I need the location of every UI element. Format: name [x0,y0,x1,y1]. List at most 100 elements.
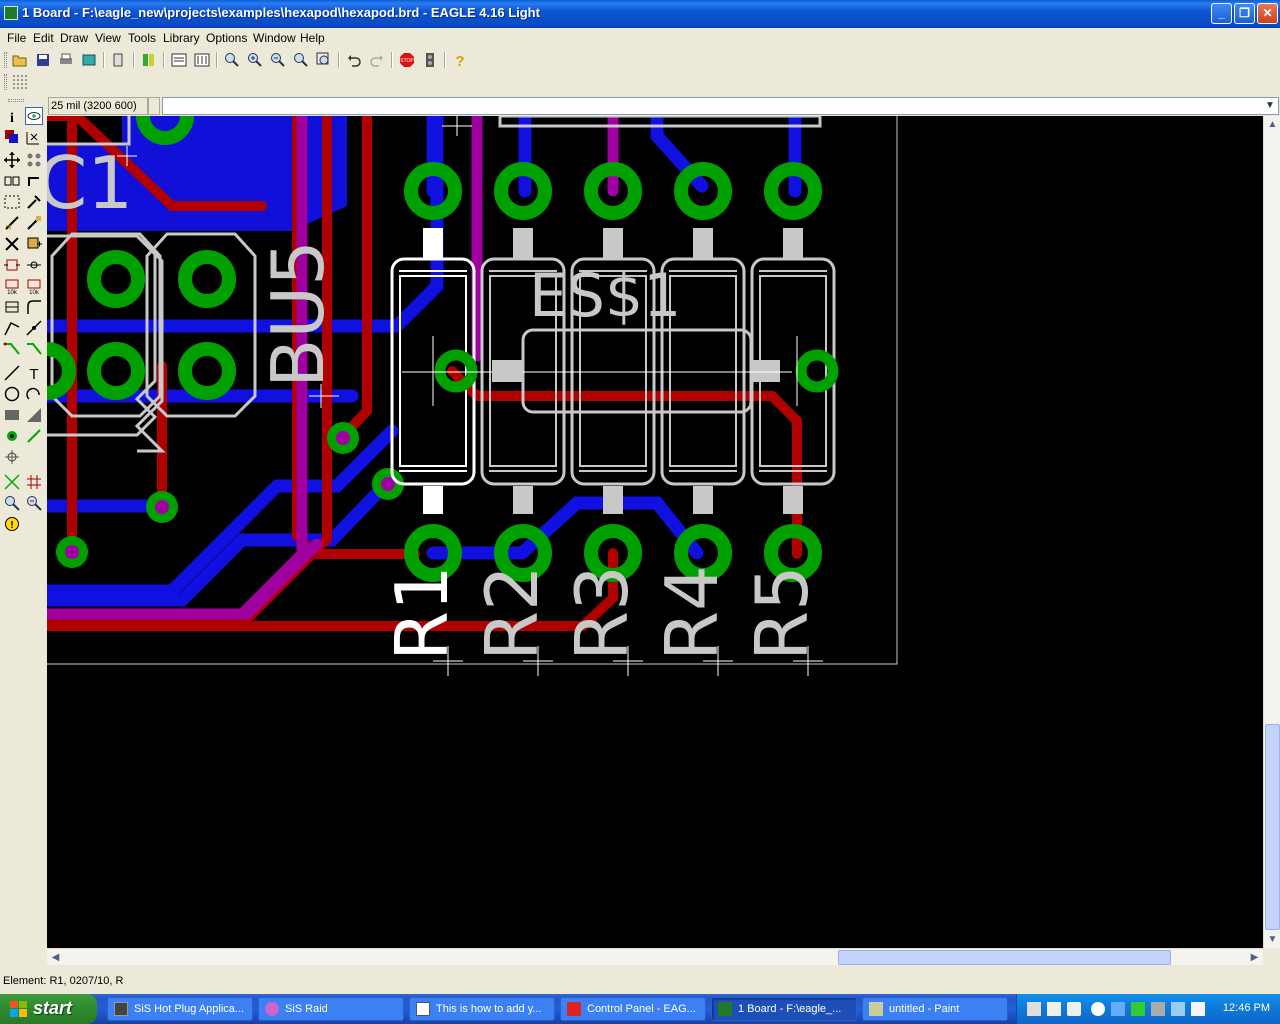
rotate-icon[interactable] [25,172,43,190]
script-icon[interactable] [110,52,126,68]
replace-icon[interactable] [3,256,21,274]
undo-icon[interactable] [346,52,362,68]
zoom-select-icon[interactable] [316,52,332,68]
auto-icon[interactable] [25,473,43,491]
menu-window[interactable]: Window [253,31,296,45]
display-icon[interactable] [3,128,21,146]
drc-icon[interactable] [25,494,43,512]
menu-draw[interactable]: Draw [60,31,88,45]
errors-icon[interactable]: ! [3,515,21,533]
ratsnest-icon[interactable] [3,473,21,491]
mirror-icon[interactable] [3,172,21,190]
horizontal-scrollbar[interactable]: ◀ ▶ [47,948,1263,965]
network-icon[interactable] [1111,1002,1125,1016]
menu-tools[interactable]: Tools [128,31,156,45]
chevron-left-icon[interactable] [1091,1002,1105,1016]
library-icon[interactable] [141,52,157,68]
start-button[interactable]: start [0,994,97,1024]
mark-icon[interactable] [25,128,43,146]
scroll-right-icon[interactable]: ▶ [1247,950,1262,965]
menu-library[interactable]: Library [163,31,200,45]
minimize-button[interactable]: _ [1211,3,1232,24]
task-eagle-board[interactable]: 1 Board - F:\eagle_... [711,997,857,1021]
value-icon[interactable]: 10k [3,277,21,295]
board-canvas[interactable]: C1 BU5 ES$1 R1 R2 R3 R4 R5 [47,116,1263,948]
polygon-icon[interactable] [25,406,43,424]
ripup-icon[interactable] [3,340,21,358]
copy-icon[interactable] [25,151,43,169]
schematic-icon[interactable] [171,52,187,68]
redo-icon[interactable] [369,52,385,68]
vertical-scrollbar[interactable]: ▲ ▼ [1263,116,1280,948]
save-icon[interactable] [35,52,51,68]
scroll-down-icon[interactable]: ▼ [1265,932,1280,947]
help-icon[interactable]: ? [452,52,468,68]
eagle-app-icon[interactable] [4,6,18,20]
optimize-icon[interactable] [3,319,21,337]
toolbar-grip[interactable] [4,74,7,90]
palette-grip[interactable] [8,99,24,102]
group-icon[interactable] [3,193,21,211]
toolbar-grip[interactable] [4,52,7,68]
menu-help[interactable]: Help [300,31,325,45]
circle-icon[interactable] [3,385,21,403]
add-icon[interactable] [25,235,43,253]
grid-icon[interactable] [12,74,28,90]
chevron-down-icon[interactable]: ▼ [1263,99,1277,113]
task-control-panel[interactable]: Control Panel - EAG... [560,997,706,1021]
open-icon[interactable] [12,52,28,68]
text-icon[interactable]: T [25,364,43,382]
erc-icon[interactable] [3,494,21,512]
split-icon[interactable] [3,298,21,316]
zoom-in-icon[interactable] [247,52,263,68]
miter-icon[interactable] [25,298,43,316]
change-icon[interactable] [25,193,43,211]
scroll-up-icon[interactable]: ▲ [1265,117,1280,132]
redraw-icon[interactable] [293,52,309,68]
menu-view[interactable]: View [95,31,121,45]
name-icon[interactable] [25,256,43,274]
language-icon[interactable] [1047,1002,1061,1016]
users-icon[interactable] [1171,1002,1185,1016]
show-icon[interactable] [25,107,43,125]
command-line-input[interactable]: ▼ [162,97,1279,115]
title-bar[interactable]: 1 Board - F:\eagle_new\projects\examples… [0,0,1280,28]
vertical-scroll-thumb[interactable] [1265,724,1280,930]
paste-icon[interactable] [25,214,43,232]
hole-icon[interactable] [3,448,21,466]
mail-icon[interactable] [1191,1002,1205,1016]
go-icon[interactable] [422,52,438,68]
horizontal-scroll-thumb[interactable] [838,950,1171,965]
arc-icon[interactable] [25,385,43,403]
menu-file[interactable]: File [7,31,26,45]
smash-icon[interactable]: 10k [25,277,43,295]
menu-options[interactable]: Options [206,31,247,45]
zoom-out-icon[interactable] [270,52,286,68]
help-tray-icon[interactable] [1067,1002,1081,1016]
stop-icon[interactable]: STOP [399,52,415,68]
delete-icon[interactable] [3,235,21,253]
zoom-fit-icon[interactable] [224,52,240,68]
security-icon[interactable] [1131,1002,1145,1016]
via-icon[interactable] [3,427,21,445]
line-icon[interactable] [3,364,21,382]
wire-icon[interactable] [25,340,43,358]
route-icon[interactable] [25,319,43,337]
task-paint[interactable]: untitled - Paint [862,997,1008,1021]
task-sis-raid[interactable]: SiS Raid [258,997,404,1021]
menu-edit[interactable]: Edit [33,31,54,45]
scroll-left-icon[interactable]: ◀ [48,950,63,965]
maximize-button[interactable]: ❐ [1234,3,1255,24]
print-icon[interactable] [58,52,74,68]
board-icon[interactable] [194,52,210,68]
pen-icon[interactable] [1027,1002,1041,1016]
device-icon[interactable] [1151,1002,1165,1016]
info-icon[interactable]: i [3,107,21,125]
close-button[interactable]: ✕ [1257,3,1278,24]
cam-processor-icon[interactable] [81,52,97,68]
rect-icon[interactable] [3,406,21,424]
move-icon[interactable] [3,151,21,169]
task-browser[interactable]: This is how to add y... [409,997,555,1021]
cut-icon[interactable] [3,214,21,232]
signal-icon[interactable] [25,427,43,445]
